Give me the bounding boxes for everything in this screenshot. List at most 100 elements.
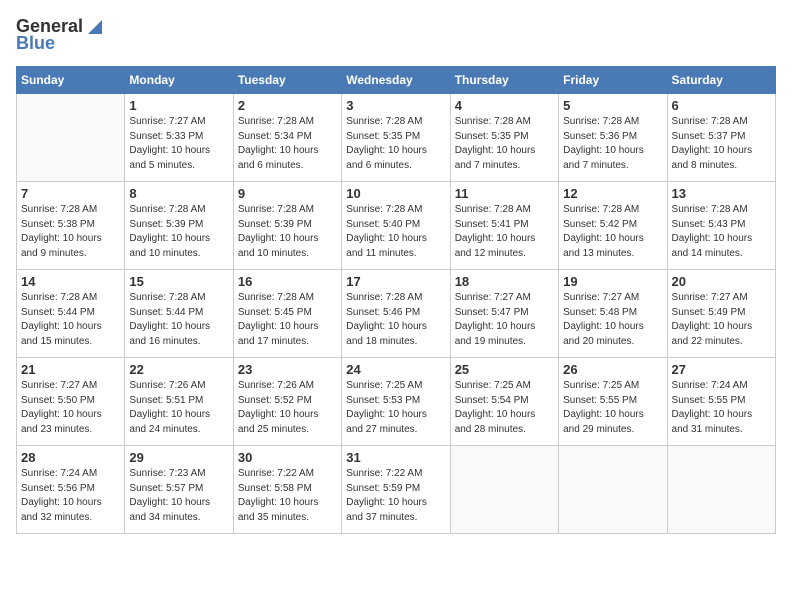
calendar-cell: 17 Sunrise: 7:28 AM Sunset: 5:46 PM Dayli…	[342, 270, 450, 358]
day-number: 20	[672, 274, 771, 289]
calendar-cell: 1 Sunrise: 7:27 AM Sunset: 5:33 PM Daylig…	[125, 94, 233, 182]
day-number: 7	[21, 186, 120, 201]
day-info: Sunrise: 7:28 AM Sunset: 5:41 PM Dayligh…	[455, 203, 554, 261]
calendar-cell: 6 Sunrise: 7:28 AM Sunset: 5:37 PM Daylig…	[667, 94, 775, 182]
calendar-day-header: Monday	[125, 67, 233, 94]
day-info: Sunrise: 7:28 AM Sunset: 5:36 PM Dayligh…	[563, 115, 662, 173]
calendar-day-header: Saturday	[667, 67, 775, 94]
calendar-day-header: Friday	[559, 67, 667, 94]
calendar-cell	[17, 94, 125, 182]
calendar-cell: 30 Sunrise: 7:22 AM Sunset: 5:58 PM Dayli…	[233, 446, 341, 534]
calendar-cell: 31 Sunrise: 7:22 AM Sunset: 5:59 PM Dayli…	[342, 446, 450, 534]
logo: General Blue	[16, 16, 102, 54]
day-info: Sunrise: 7:28 AM Sunset: 5:39 PM Dayligh…	[129, 203, 228, 261]
day-number: 16	[238, 274, 337, 289]
day-info: Sunrise: 7:26 AM Sunset: 5:52 PM Dayligh…	[238, 379, 337, 437]
calendar-cell: 3 Sunrise: 7:28 AM Sunset: 5:35 PM Daylig…	[342, 94, 450, 182]
day-number: 25	[455, 362, 554, 377]
calendar-cell: 19 Sunrise: 7:27 AM Sunset: 5:48 PM Dayli…	[559, 270, 667, 358]
calendar-cell: 22 Sunrise: 7:26 AM Sunset: 5:51 PM Dayli…	[125, 358, 233, 446]
calendar-week-row: 28 Sunrise: 7:24 AM Sunset: 5:56 PM Dayli…	[17, 446, 776, 534]
day-info: Sunrise: 7:27 AM Sunset: 5:47 PM Dayligh…	[455, 291, 554, 349]
day-number: 9	[238, 186, 337, 201]
day-number: 26	[563, 362, 662, 377]
day-info: Sunrise: 7:28 AM Sunset: 5:39 PM Dayligh…	[238, 203, 337, 261]
calendar-cell: 14 Sunrise: 7:28 AM Sunset: 5:44 PM Dayli…	[17, 270, 125, 358]
day-number: 31	[346, 450, 445, 465]
calendar-cell: 5Sunrise: 7:28 AM Sunset: 5:36 PM Daylig…	[559, 94, 667, 182]
calendar-cell: 27 Sunrise: 7:24 AM Sunset: 5:55 PM Dayli…	[667, 358, 775, 446]
day-info: Sunrise: 7:27 AM Sunset: 5:48 PM Dayligh…	[563, 291, 662, 349]
day-info: Sunrise: 7:28 AM Sunset: 5:45 PM Dayligh…	[238, 291, 337, 349]
day-info: Sunrise: 7:23 AM Sunset: 5:57 PM Dayligh…	[129, 467, 228, 525]
day-number: 30	[238, 450, 337, 465]
calendar-cell: 2 Sunrise: 7:28 AM Sunset: 5:34 PM Daylig…	[233, 94, 341, 182]
day-number: 29	[129, 450, 228, 465]
calendar-day-header: Sunday	[17, 67, 125, 94]
day-number: 21	[21, 362, 120, 377]
day-info: Sunrise: 7:28 AM Sunset: 5:38 PM Dayligh…	[21, 203, 120, 261]
day-number: 17	[346, 274, 445, 289]
day-number: 1	[129, 98, 228, 113]
calendar-day-header: Wednesday	[342, 67, 450, 94]
calendar-cell: 25 Sunrise: 7:25 AM Sunset: 5:54 PM Dayli…	[450, 358, 558, 446]
day-number: 19	[563, 274, 662, 289]
calendar-week-row: 1 Sunrise: 7:27 AM Sunset: 5:33 PM Daylig…	[17, 94, 776, 182]
calendar-cell	[450, 446, 558, 534]
day-info: Sunrise: 7:28 AM Sunset: 5:35 PM Dayligh…	[346, 115, 445, 173]
calendar-cell: 12 Sunrise: 7:28 AM Sunset: 5:42 PM Dayli…	[559, 182, 667, 270]
calendar-cell: 4 Sunrise: 7:28 AM Sunset: 5:35 PM Daylig…	[450, 94, 558, 182]
day-info: Sunrise: 7:22 AM Sunset: 5:59 PM Dayligh…	[346, 467, 445, 525]
day-number: 8	[129, 186, 228, 201]
day-info: Sunrise: 7:28 AM Sunset: 5:46 PM Dayligh…	[346, 291, 445, 349]
day-number: 15	[129, 274, 228, 289]
calendar-cell: 7 Sunrise: 7:28 AM Sunset: 5:38 PM Daylig…	[17, 182, 125, 270]
day-number: 11	[455, 186, 554, 201]
calendar-cell: 10 Sunrise: 7:28 AM Sunset: 5:40 PM Dayli…	[342, 182, 450, 270]
calendar-cell	[667, 446, 775, 534]
day-number: 4	[455, 98, 554, 113]
calendar-table: SundayMondayTuesdayWednesdayThursdayFrid…	[16, 66, 776, 534]
day-info: Sunrise: 7:28 AM Sunset: 5:34 PM Dayligh…	[238, 115, 337, 173]
calendar-cell: 16 Sunrise: 7:28 AM Sunset: 5:45 PM Dayli…	[233, 270, 341, 358]
calendar-cell: 9 Sunrise: 7:28 AM Sunset: 5:39 PM Daylig…	[233, 182, 341, 270]
day-info: Sunrise: 7:26 AM Sunset: 5:51 PM Dayligh…	[129, 379, 228, 437]
day-number: 14	[21, 274, 120, 289]
calendar-cell	[559, 446, 667, 534]
day-number: 3	[346, 98, 445, 113]
day-info: Sunrise: 7:24 AM Sunset: 5:55 PM Dayligh…	[672, 379, 771, 437]
calendar-cell: 15 Sunrise: 7:28 AM Sunset: 5:44 PM Dayli…	[125, 270, 233, 358]
calendar-cell: 24Sunrise: 7:25 AM Sunset: 5:53 PM Dayli…	[342, 358, 450, 446]
day-info: Sunrise: 7:25 AM Sunset: 5:55 PM Dayligh…	[563, 379, 662, 437]
day-info: Sunrise: 7:28 AM Sunset: 5:44 PM Dayligh…	[129, 291, 228, 349]
day-info: Sunrise: 7:28 AM Sunset: 5:42 PM Dayligh…	[563, 203, 662, 261]
day-number: 27	[672, 362, 771, 377]
day-info: Sunrise: 7:25 AM Sunset: 5:53 PM Dayligh…	[346, 379, 445, 437]
day-info: Sunrise: 7:24 AM Sunset: 5:56 PM Dayligh…	[21, 467, 120, 525]
calendar-cell: 13Sunrise: 7:28 AM Sunset: 5:43 PM Dayli…	[667, 182, 775, 270]
calendar-cell: 23Sunrise: 7:26 AM Sunset: 5:52 PM Dayli…	[233, 358, 341, 446]
day-info: Sunrise: 7:28 AM Sunset: 5:44 PM Dayligh…	[21, 291, 120, 349]
calendar-cell: 29 Sunrise: 7:23 AM Sunset: 5:57 PM Dayli…	[125, 446, 233, 534]
day-info: Sunrise: 7:22 AM Sunset: 5:58 PM Dayligh…	[238, 467, 337, 525]
day-info: Sunrise: 7:27 AM Sunset: 5:50 PM Dayligh…	[21, 379, 120, 437]
day-info: Sunrise: 7:28 AM Sunset: 5:35 PM Dayligh…	[455, 115, 554, 173]
day-number: 28	[21, 450, 120, 465]
day-number: 10	[346, 186, 445, 201]
day-info: Sunrise: 7:28 AM Sunset: 5:37 PM Dayligh…	[672, 115, 771, 173]
day-number: 22	[129, 362, 228, 377]
day-info: Sunrise: 7:25 AM Sunset: 5:54 PM Dayligh…	[455, 379, 554, 437]
calendar-cell: 21 Sunrise: 7:27 AM Sunset: 5:50 PM Dayli…	[17, 358, 125, 446]
day-info: Sunrise: 7:27 AM Sunset: 5:33 PM Dayligh…	[129, 115, 228, 173]
day-number: 2	[238, 98, 337, 113]
logo-blue-text: Blue	[16, 33, 55, 54]
day-number: 6	[672, 98, 771, 113]
calendar-cell: 20 Sunrise: 7:27 AM Sunset: 5:49 PM Dayli…	[667, 270, 775, 358]
day-number: 12	[563, 186, 662, 201]
day-info: Sunrise: 7:27 AM Sunset: 5:49 PM Dayligh…	[672, 291, 771, 349]
calendar-header-row: SundayMondayTuesdayWednesdayThursdayFrid…	[17, 67, 776, 94]
logo-triangle-icon	[84, 18, 102, 36]
calendar-cell: 8 Sunrise: 7:28 AM Sunset: 5:39 PM Daylig…	[125, 182, 233, 270]
calendar-week-row: 14 Sunrise: 7:28 AM Sunset: 5:44 PM Dayli…	[17, 270, 776, 358]
day-info: Sunrise: 7:28 AM Sunset: 5:40 PM Dayligh…	[346, 203, 445, 261]
